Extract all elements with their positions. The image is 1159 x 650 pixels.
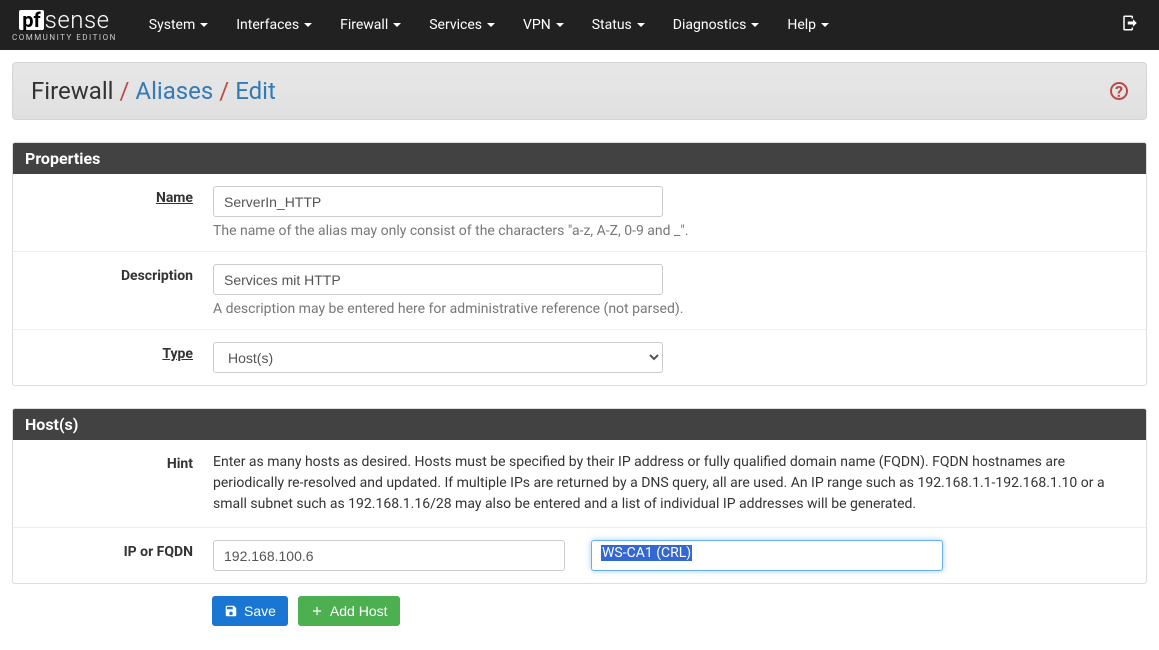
add-host-label: Add Host [330, 603, 388, 619]
ip-input[interactable] [213, 540, 565, 571]
caret-down-icon [304, 23, 312, 27]
caret-down-icon [487, 23, 495, 27]
name-help: The name of the alias may only consist o… [213, 223, 1136, 239]
properties-header: Properties [13, 143, 1146, 174]
caret-down-icon [200, 23, 208, 27]
properties-panel: Properties Name The name of the alias ma… [12, 142, 1147, 386]
row-hint: Hint Enter as many hosts as desired. Hos… [13, 440, 1146, 528]
breadcrumb-aliases-link[interactable]: Aliases [135, 77, 213, 105]
label-type: Type [23, 342, 193, 373]
hint-text: Enter as many hosts as desired. Hosts mu… [213, 452, 1136, 515]
nav-status[interactable]: Status [578, 0, 659, 50]
row-name: Name The name of the alias may only cons… [13, 174, 1146, 252]
save-button[interactable]: Save [212, 596, 288, 626]
caret-down-icon [751, 23, 759, 27]
description-help: A description may be entered here for ad… [213, 301, 1136, 317]
hosts-panel: Host(s) Hint Enter as many hosts as desi… [12, 408, 1147, 584]
help-icon[interactable]: ? [1110, 82, 1128, 100]
top-navbar: pfsense COMMUNITY EDITION System Interfa… [0, 0, 1159, 50]
label-hint: Hint [23, 452, 193, 515]
breadcrumb-sep: / [219, 77, 229, 105]
brand-sense: sense [45, 8, 110, 32]
nav-vpn[interactable]: VPN [509, 0, 578, 50]
save-label: Save [244, 603, 276, 619]
nav-help[interactable]: Help [773, 0, 843, 50]
nav-services[interactable]: Services [415, 0, 509, 50]
plus-icon [310, 604, 324, 618]
nav-diagnostics[interactable]: Diagnostics [659, 0, 774, 50]
row-type: Type Host(s) [13, 330, 1146, 385]
label-name: Name [23, 186, 193, 239]
save-icon [224, 604, 238, 618]
caret-down-icon [393, 23, 401, 27]
name-input[interactable] [213, 186, 663, 217]
nav-firewall[interactable]: Firewall [326, 0, 415, 50]
type-select[interactable]: Host(s) [213, 342, 663, 373]
nav-items: System Interfaces Firewall Services VPN … [135, 0, 1113, 50]
row-description: Description A description may be entered… [13, 252, 1146, 330]
nav-interfaces[interactable]: Interfaces [222, 0, 326, 50]
logout-icon[interactable] [1113, 14, 1147, 37]
brand-pf: pf [19, 10, 43, 30]
breadcrumb: Firewall / Aliases / Edit ? [12, 62, 1147, 120]
ip-description-input[interactable] [591, 540, 943, 571]
hosts-header: Host(s) [13, 409, 1146, 440]
caret-down-icon [821, 23, 829, 27]
nav-system[interactable]: System [135, 0, 222, 50]
add-host-button[interactable]: Add Host [298, 596, 400, 626]
label-ip: IP or FQDN [23, 540, 193, 571]
caret-down-icon [556, 23, 564, 27]
brand-subtitle: COMMUNITY EDITION [12, 34, 117, 42]
brand-logo[interactable]: pfsense COMMUNITY EDITION [12, 8, 117, 42]
caret-down-icon [637, 23, 645, 27]
breadcrumb-sep: / [120, 77, 130, 105]
row-ip: IP or FQDN WS-CA1 (CRL) [13, 528, 1146, 583]
description-input[interactable] [213, 264, 663, 295]
breadcrumb-root: Firewall [31, 77, 114, 105]
breadcrumb-edit-link[interactable]: Edit [235, 77, 276, 105]
label-description: Description [23, 264, 193, 317]
button-row: Save Add Host [12, 584, 1147, 638]
